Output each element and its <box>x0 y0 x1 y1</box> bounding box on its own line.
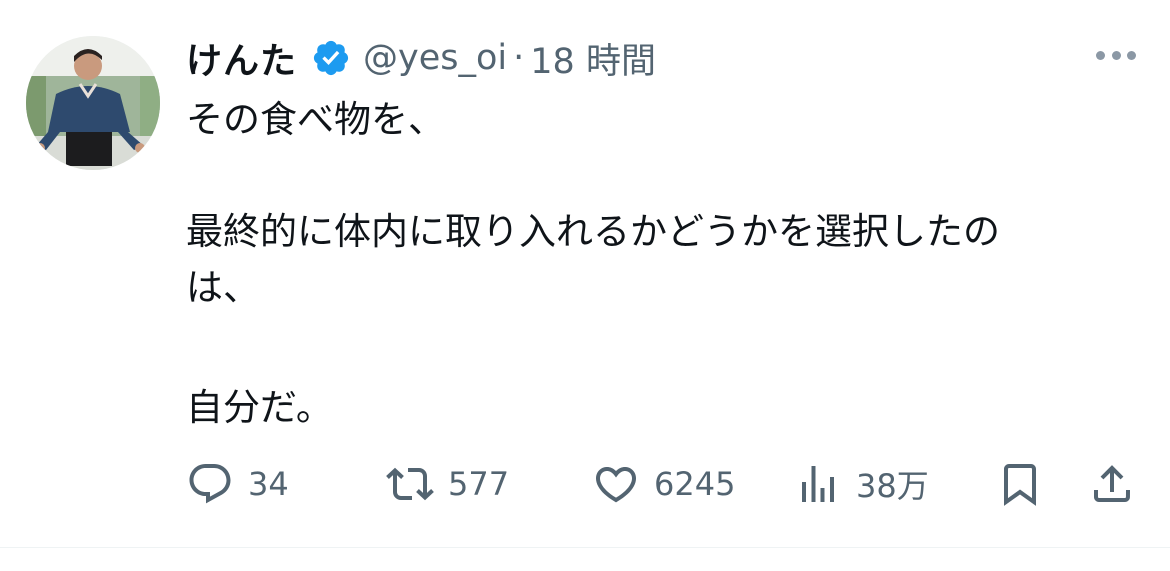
author-name[interactable]: けんた <box>186 32 297 84</box>
bookmark-button[interactable] <box>996 452 1044 516</box>
retweet-button[interactable]: 577 <box>386 452 509 516</box>
share-button[interactable] <box>1088 452 1136 516</box>
tweet-text-line: 最終的に体内に取り入れるかどうかを選択したの <box>186 210 1000 253</box>
views-icon <box>802 466 834 502</box>
bookmark-icon <box>1004 464 1036 506</box>
reply-icon <box>189 464 231 504</box>
retweet-icon <box>386 467 434 501</box>
views-count: 38万 <box>856 467 929 505</box>
reply-button[interactable]: 34 <box>186 452 289 516</box>
share-icon <box>1094 465 1130 502</box>
reply-count: 34 <box>248 465 289 503</box>
author-handle[interactable]: @yes_oi <box>363 38 507 78</box>
tweet-text-line: その食べ物を、 <box>186 98 445 141</box>
like-icon <box>595 467 637 503</box>
tweet-header: けんた @yes_oi · 18 時間 <box>186 30 656 86</box>
header-separator: · <box>513 38 525 78</box>
action-bar: 34 577 6245 38万 <box>0 452 1170 516</box>
retweet-count: 577 <box>448 465 510 503</box>
views-button[interactable]: 38万 <box>794 452 929 516</box>
tweet[interactable]: けんた @yes_oi · 18 時間 その食べ物を、 最終的に体内に取り入れる… <box>0 0 1170 571</box>
tweet-text-line: 自分だ。 <box>186 386 333 429</box>
avatar-photo <box>26 36 160 170</box>
post-timestamp[interactable]: 18 時間 <box>530 33 656 84</box>
avatar[interactable] <box>26 36 160 170</box>
tweet-text-line: は、 <box>186 266 260 309</box>
verified-badge-icon[interactable] <box>311 38 351 78</box>
like-count: 6245 <box>654 465 736 503</box>
divider <box>0 547 1170 548</box>
like-button[interactable]: 6245 <box>592 452 735 516</box>
more-icon[interactable] <box>1092 40 1140 70</box>
